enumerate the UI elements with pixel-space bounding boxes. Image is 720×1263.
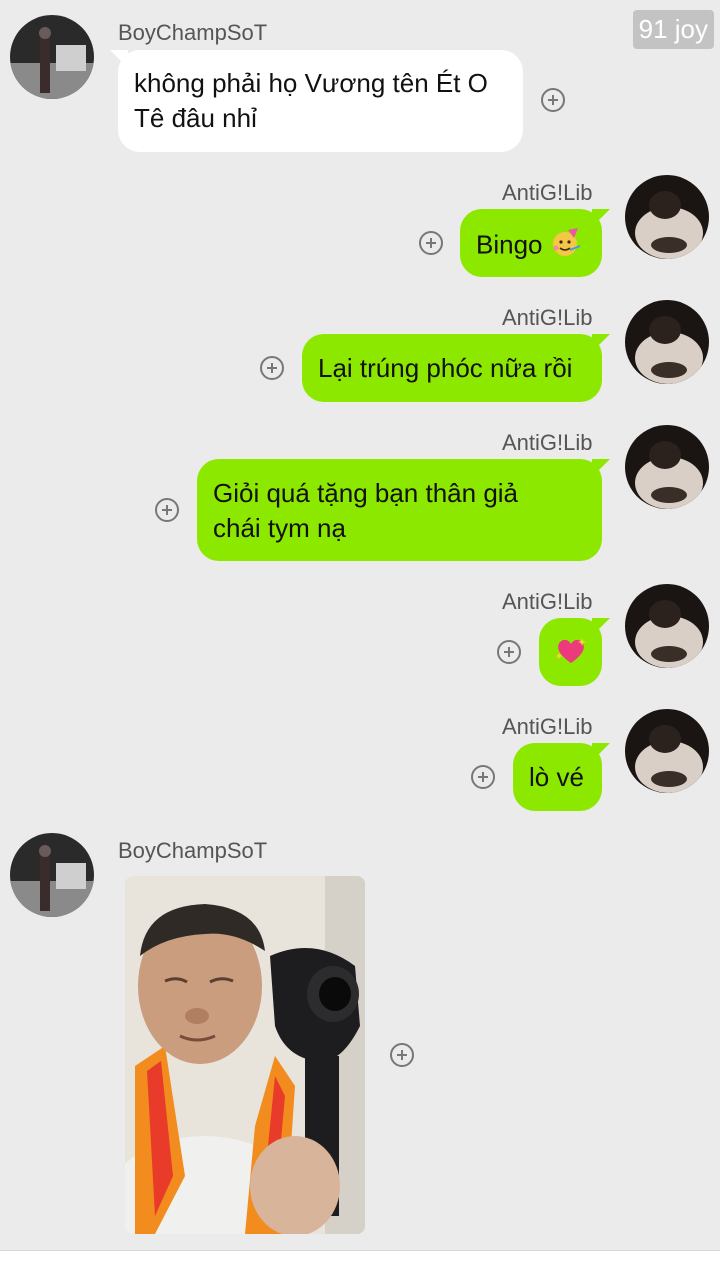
avatar-antiglib[interactable]	[625, 175, 709, 259]
add-reaction-icon[interactable]	[155, 498, 179, 522]
avatar-antiglib[interactable]	[625, 584, 709, 668]
add-reaction-icon[interactable]	[471, 765, 495, 789]
add-reaction-icon[interactable]	[497, 640, 521, 664]
input-bar-edge	[0, 1250, 720, 1263]
message-text-line: Giỏi quá tặng bạn thân giả	[213, 478, 519, 508]
sender-name: AntiG!Lib	[502, 589, 593, 614]
avatar-antiglib[interactable]	[625, 425, 709, 509]
sender-name: AntiG!Lib	[502, 714, 593, 739]
sender-name: AntiG!Lib	[502, 305, 593, 330]
message-bubble[interactable]	[539, 618, 610, 686]
avatar-antiglib[interactable]	[625, 300, 709, 384]
avatar-boychampsot[interactable]	[10, 15, 94, 99]
watermark: 91 joy	[632, 10, 714, 49]
message-bubble[interactable]: Bingo	[460, 209, 610, 277]
message-text-line: không phải họ Vương tên Ét O	[134, 68, 488, 98]
sparkling-heart-emoji	[554, 635, 588, 676]
photo-message[interactable]	[125, 876, 365, 1234]
message-bubble[interactable]: lò vé	[513, 743, 610, 811]
sender-name: AntiG!Lib	[502, 180, 593, 205]
add-reaction-icon[interactable]	[419, 231, 443, 255]
message-text-line: chái tym nạ	[213, 513, 346, 543]
sender-name: BoyChampSoT	[118, 20, 268, 45]
add-reaction-icon[interactable]	[260, 356, 284, 380]
message-bubble[interactable]: Lại trúng phóc nữa rồi	[302, 334, 610, 402]
message-bubble[interactable]: Giỏi quá tặng bạn thân giả chái tym nạ	[197, 459, 610, 561]
add-reaction-icon[interactable]	[541, 88, 565, 112]
message-text: Lại trúng phóc nữa rồi	[318, 353, 573, 383]
message-text: lò vé	[529, 762, 584, 792]
sender-name: AntiG!Lib	[502, 430, 593, 455]
message-text: Bingo	[476, 229, 543, 260]
message-text-line: Tê đâu nhỉ	[134, 103, 257, 133]
avatar-antiglib[interactable]	[625, 709, 709, 793]
sender-name: BoyChampSoT	[118, 838, 268, 863]
add-reaction-icon[interactable]	[390, 1043, 414, 1067]
message-bubble[interactable]: không phải họ Vương tên Ét O Tê đâu nhỉ	[110, 50, 523, 152]
avatar-boychampsot[interactable]	[10, 833, 94, 917]
partying-face-emoji	[550, 226, 582, 267]
